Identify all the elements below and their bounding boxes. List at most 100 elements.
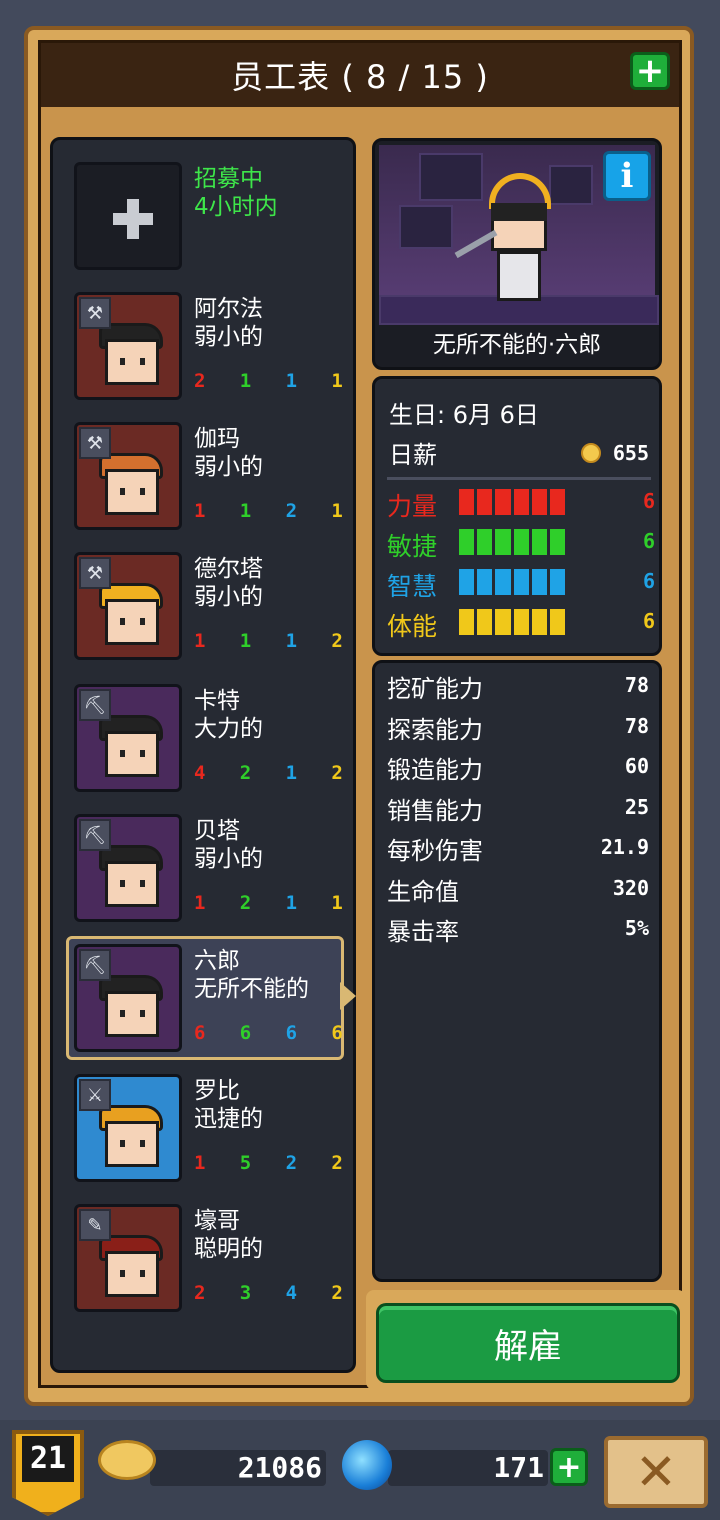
bar-segment <box>495 569 511 595</box>
fire-button[interactable]: 解雇 <box>376 1303 680 1383</box>
staff-stat: 2 <box>331 1282 343 1304</box>
bar-segment <box>459 569 475 595</box>
staff-stat: 2 <box>194 370 206 392</box>
divider <box>387 477 651 480</box>
abilities-panel: 挖矿能力 78 探索能力 78 锻造能力 60 销售能力 25 每秒伤害 21.9 生命值 320 暴击… <box>372 660 662 1282</box>
attribute-bar <box>459 489 566 515</box>
bar-segment <box>513 569 529 595</box>
hero-body <box>497 251 541 301</box>
add-staff-button[interactable]: + <box>630 52 670 90</box>
bar-segment <box>495 609 511 635</box>
staff-face <box>105 469 159 515</box>
staff-row[interactable]: ✎ 壕哥 聪明的 2 3 4 2 <box>70 1198 360 1318</box>
staff-stats: 1 1 2 1 <box>194 500 343 522</box>
staff-row[interactable]: ⚒ 阿尔法 弱小的 2 1 1 1 <box>70 286 360 406</box>
staff-stat: 2 <box>194 1282 206 1304</box>
recruit-slot[interactable]: 招募中 4小时内 <box>70 156 360 276</box>
staff-stat: 1 <box>194 892 206 914</box>
staff-stat: 2 <box>331 1152 343 1174</box>
ability-value: 5% <box>624 916 649 940</box>
bar-segment <box>459 609 475 635</box>
cave-rock <box>419 153 483 201</box>
eye <box>140 358 145 365</box>
staff-row[interactable]: ⚒ 伽玛 弱小的 1 1 2 1 <box>70 416 360 536</box>
eye <box>140 880 145 887</box>
buy-gems-button[interactable]: + <box>550 1448 588 1486</box>
hero-full-name: 无所不能的·六郎 <box>432 332 602 358</box>
close-icon: ✕ <box>635 1443 677 1501</box>
staff-stat: 1 <box>194 1152 206 1174</box>
bar-segment <box>477 529 493 555</box>
ability-value: 78 <box>624 713 649 738</box>
staff-name: 德尔塔 <box>194 556 263 582</box>
ability-value: 60 <box>624 754 649 778</box>
staff-face <box>105 1251 159 1297</box>
plus-icon <box>113 199 153 239</box>
attribute-label: 力量 <box>387 492 438 521</box>
attribute-bar <box>459 609 566 635</box>
staff-stats: 1 1 1 2 <box>194 630 343 652</box>
attribute-label: 体能 <box>387 612 438 641</box>
player-level: 21 <box>22 1436 74 1482</box>
recruit-portrait <box>74 162 182 270</box>
attribute-row: 力量 6 <box>387 485 655 521</box>
ability-label: 探索能力 <box>387 715 483 744</box>
info-icon: i <box>620 156 634 196</box>
staff-face <box>105 339 159 385</box>
staff-row[interactable]: ⛏ 贝塔 弱小的 1 2 1 1 <box>70 808 360 928</box>
axe-icon: ✎ <box>79 1209 111 1241</box>
pickaxe-icon: ⛏ <box>79 689 111 721</box>
staff-stat: 5 <box>239 1152 252 1174</box>
info-button[interactable]: i <box>603 151 651 201</box>
bar-segment <box>549 609 566 635</box>
bar-segment <box>531 489 547 515</box>
staff-stat: 2 <box>331 630 343 652</box>
bar-segment <box>477 569 493 595</box>
staff-stat: 1 <box>285 370 298 392</box>
cave-rock <box>549 165 593 205</box>
ability-row: 每秒伤害 21.9 <box>387 831 653 867</box>
staff-stats: 2 1 1 1 <box>194 370 343 392</box>
gold-amount: 21086 <box>237 1451 322 1484</box>
staff-trait: 无所不能的 <box>194 976 309 1002</box>
staff-trait: 弱小的 <box>194 324 263 350</box>
ability-label: 暴击率 <box>387 918 459 946</box>
gold-coin-icon <box>581 443 601 463</box>
staff-stats: 1 5 2 2 <box>194 1152 343 1174</box>
staff-stat: 2 <box>239 892 252 914</box>
ability-value: 25 <box>624 794 649 819</box>
staff-row[interactable]: ⚒ 德尔塔 弱小的 1 1 1 2 <box>70 546 360 666</box>
attribute-value: 6 <box>642 529 655 553</box>
staff-stat: 1 <box>194 630 206 652</box>
staff-stat: 1 <box>285 630 298 652</box>
close-button[interactable]: ✕ <box>604 1436 708 1508</box>
eye <box>140 1010 145 1017</box>
bar-segment <box>531 529 547 555</box>
hero-hair <box>491 203 547 221</box>
hero-detail-card: i 无所不能的·六郎 <box>372 138 662 370</box>
staff-row[interactable]: ⚔ 罗比 迅捷的 1 5 2 2 <box>70 1068 360 1188</box>
staff-stat: 2 <box>239 762 252 784</box>
ability-row: 生命值 320 <box>387 872 653 908</box>
staff-row[interactable]: ⛏ 卡特 大力的 4 2 1 2 <box>70 678 360 798</box>
attribute-row: 体能 6 <box>387 605 655 641</box>
attribute-value: 6 <box>642 489 655 513</box>
wage-label: 日薪 <box>389 441 437 469</box>
staff-face <box>105 991 159 1037</box>
staff-face <box>105 599 159 645</box>
ability-label: 每秒伤害 <box>387 837 483 865</box>
staff-trait: 弱小的 <box>194 584 263 610</box>
ability-label: 锻造能力 <box>387 756 483 784</box>
staff-row[interactable]: ⛏ 六郎 无所不能的 6 6 6 6 <box>70 938 360 1058</box>
staff-portrait: ✎ <box>74 1204 182 1312</box>
hammer-icon: ⚒ <box>79 297 111 329</box>
birthday-value: 6月 6日 <box>452 401 539 429</box>
bar-segment <box>513 529 529 555</box>
ability-label: 销售能力 <box>387 796 483 825</box>
pickaxe-icon: ⛏ <box>79 819 111 851</box>
staff-stat: 6 <box>239 1022 252 1044</box>
staff-portrait: ⛏ <box>74 684 182 792</box>
bar-segment <box>459 529 475 555</box>
staff-portrait: ⚒ <box>74 292 182 400</box>
recruit-time: 4小时内 <box>194 194 278 220</box>
